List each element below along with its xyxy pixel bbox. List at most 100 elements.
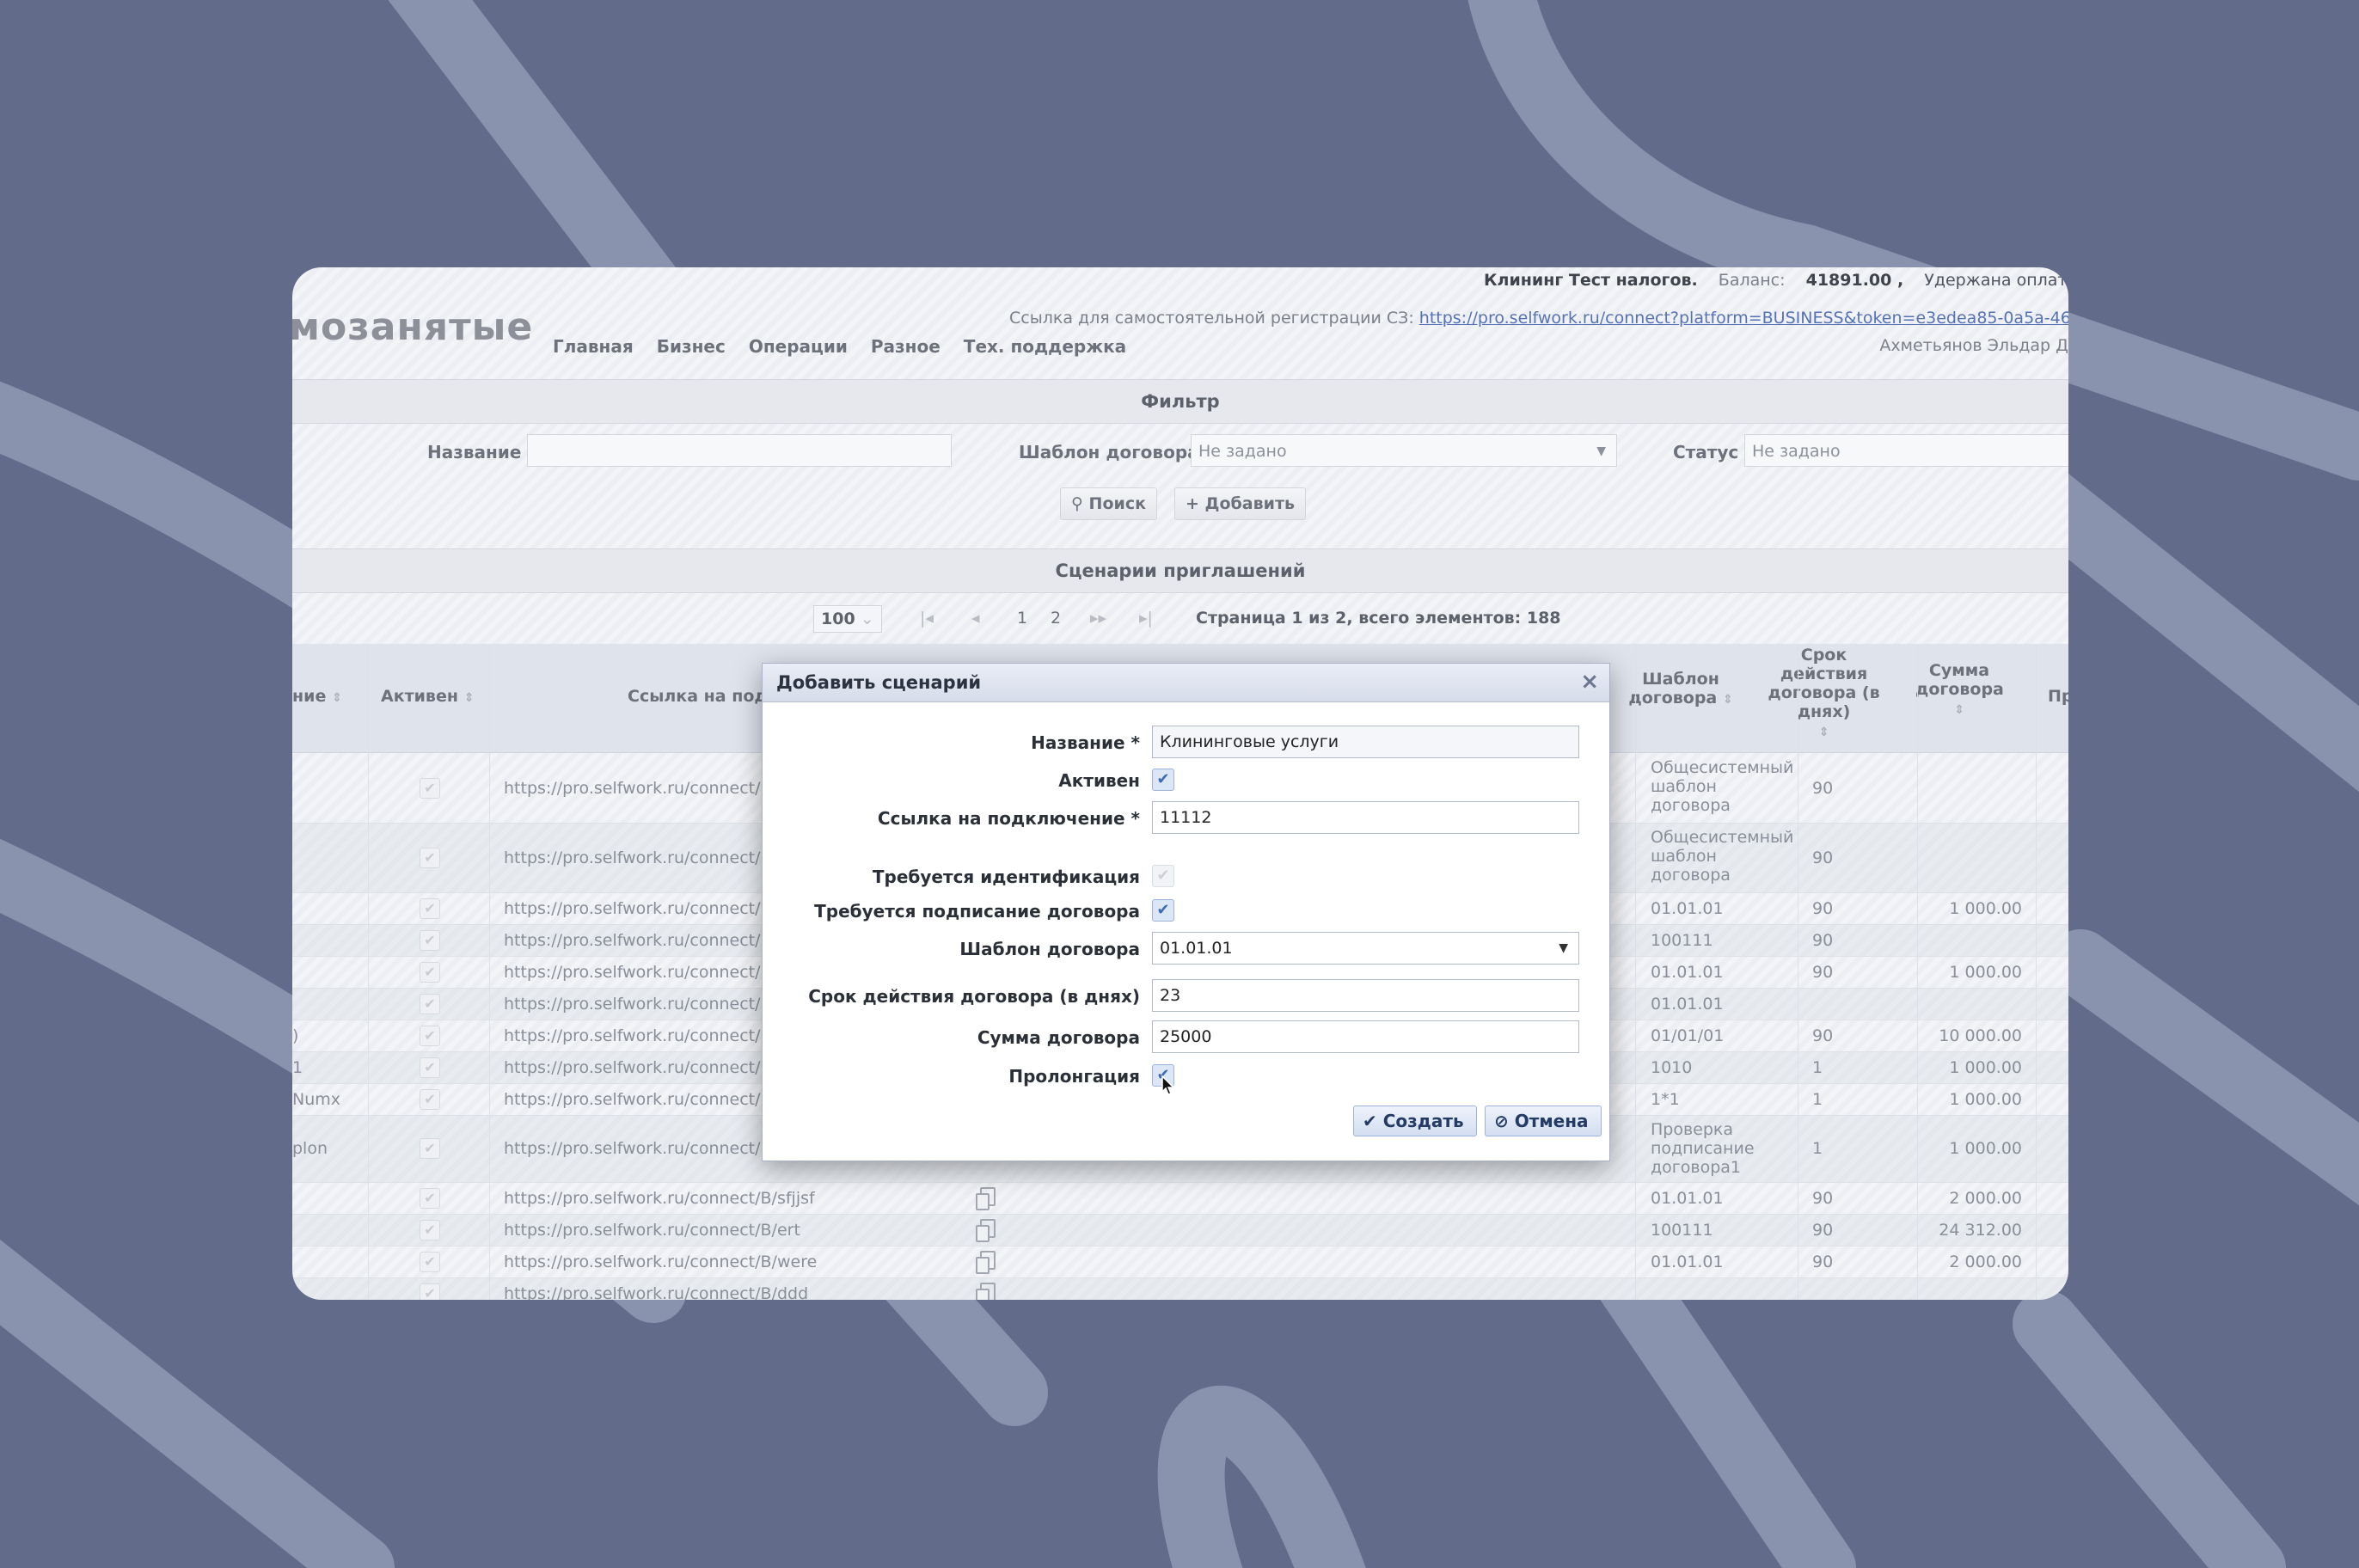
filter-template-value: Не задано [1198,442,1287,461]
copy-icon[interactable] [976,1219,996,1242]
row-link[interactable]: https://pro.selfwork.ru/connect/ [504,1058,761,1077]
row-term: 1 [1812,1058,1823,1077]
row-template: Проверка подписание договора1 [1651,1120,1755,1177]
nav-support[interactable]: Тех. поддержка [964,336,1126,357]
close-icon[interactable]: × [1580,669,1599,695]
row-sum: 1 000.00 [1949,899,2022,918]
create-button[interactable]: ✔ Создать [1353,1106,1477,1136]
page-1[interactable]: 1 [1017,605,1027,631]
filter-name-label: Название [427,442,522,462]
cancel-button[interactable]: ⊘ Отмена [1485,1106,1602,1136]
row-link[interactable]: https://pro.selfwork.ru/connect/ [504,1090,761,1109]
row-link[interactable]: https://pro.selfwork.ru/connect/ [504,931,761,950]
table-row[interactable]: ✔ https://pro.selfwork.ru/connect/B/ddd [292,1277,2068,1300]
col-active[interactable]: Активен ⇕ [381,687,474,707]
row-link[interactable]: https://pro.selfwork.ru/connect/ [504,995,761,1014]
row-link[interactable]: https://pro.selfwork.ru/connect/ [504,848,761,867]
row-active-checkbox[interactable]: ✔ [420,1283,440,1300]
filter-status-select[interactable]: Не задано [1744,434,2068,467]
sum-input[interactable]: 25000 [1152,1020,1579,1053]
cancel-button-label: Отмена [1514,1111,1589,1131]
table-row[interactable]: ✔ https://pro.selfwork.ru/connect/B/sfjjs… [292,1182,2068,1215]
check-icon: ✔ [1156,770,1170,788]
row-active-checkbox[interactable]: ✔ [420,1089,440,1110]
row-active-checkbox[interactable]: ✔ [420,898,440,919]
row-active-checkbox[interactable]: ✔ [420,994,440,1014]
nav-business[interactable]: Бизнес [657,336,726,357]
active-checkbox[interactable]: ✔ [1152,769,1174,791]
col-link[interactable]: Ссылка на под [628,687,768,706]
registration-link-row: Ссылка для самостоятельной регистрации С… [1009,309,2068,328]
identification-checkbox[interactable]: ✔ [1152,865,1174,887]
prev-page-icon[interactable]: ◂ [971,605,980,631]
term-label: Срок действия договора (в днях) [808,986,1140,1007]
col-name[interactable]: ние ⇕ [292,687,342,707]
col-term[interactable]: Срок действия договора (в днях) ⇕ [1766,646,1882,742]
nav-home[interactable]: Главная [553,336,634,357]
next-page-icon[interactable]: ▸▸ [1090,605,1106,631]
identification-label: Требуется идентификация [872,867,1140,887]
col-sum[interactable]: Сумма договора ⇕ [1915,661,2004,720]
sum-label: Сумма договора [977,1027,1140,1048]
row-link[interactable]: https://pro.selfwork.ru/connect/ [504,899,761,918]
active-label: Активен [1058,770,1140,791]
page-size-select[interactable]: 100 ⌄ [813,605,882,633]
filter-template-select[interactable]: Не задано ▼ [1191,434,1617,467]
add-button[interactable]: + Добавить [1174,487,1306,520]
term-input[interactable]: 23 [1152,979,1579,1012]
row-active-checkbox[interactable]: ✔ [420,848,440,868]
row-active-checkbox[interactable]: ✔ [420,1138,440,1159]
page-2[interactable]: 2 [1051,605,1061,631]
row-link[interactable]: https://pro.selfwork.ru/connect/ [504,779,761,798]
table-row[interactable]: ✔ https://pro.selfwork.ru/connect/B/were 0… [292,1246,2068,1278]
plus-icon: + [1186,494,1199,513]
row-link[interactable]: https://pro.selfwork.ru/connect/B/sfjjsf [504,1189,815,1208]
template-select[interactable]: 01.01.01 ▼ [1152,932,1579,965]
copy-icon[interactable] [976,1283,996,1300]
row-term: 90 [1812,848,1834,867]
row-template: 100111 [1651,931,1713,950]
user-name[interactable]: Ахметьянов Эльдар Д [1879,336,2068,355]
row-link[interactable]: https://pro.selfwork.ru/connect/ [504,963,761,982]
row-link[interactable]: https://pro.selfwork.ru/connect/ [504,1139,761,1158]
row-template: 01.01.01 [1651,899,1724,918]
row-active-checkbox[interactable]: ✔ [420,962,440,983]
registration-link[interactable]: https://pro.selfwork.ru/connect?platform… [1419,309,2068,328]
row-link[interactable]: https://pro.selfwork.ru/connect/B/ert [504,1221,800,1240]
sort-icon: ⇕ [1722,693,1733,707]
col-extra[interactable]: Пр [2048,687,2068,706]
row-link[interactable]: https://pro.selfwork.ru/connect/ [504,1026,761,1045]
column-divider [2036,644,2037,1300]
registration-link-label: Ссылка для самостоятельной регистрации С… [1009,309,1414,328]
search-button[interactable]: ⚲ Поиск [1060,487,1157,520]
brand-logo: мозанятые [292,305,534,349]
last-page-icon[interactable]: ▸| [1139,605,1153,631]
copy-icon[interactable] [976,1251,996,1274]
row-active-checkbox[interactable]: ✔ [420,1252,440,1272]
row-active-checkbox[interactable]: ✔ [420,1220,440,1240]
filter-name-input[interactable] [527,434,952,467]
row-sum: 10 000.00 [1939,1026,2022,1045]
table-row[interactable]: ✔ https://pro.selfwork.ru/connect/B/ert 10… [292,1214,2068,1246]
row-active-checkbox[interactable]: ✔ [420,1057,440,1078]
pagination: 100 ⌄ |◂ ◂ 1 2 ▸▸ ▸| Страница 1 из 2, вс… [292,597,2068,640]
row-template: 01.01.01 [1651,995,1724,1014]
copy-icon[interactable] [976,1187,996,1210]
filter-header: Фильтр [292,379,2068,424]
row-active-checkbox[interactable]: ✔ [420,1026,440,1046]
row-active-checkbox[interactable]: ✔ [420,1188,440,1209]
row-link[interactable]: https://pro.selfwork.ru/connect/B/ddd [504,1284,808,1300]
row-link[interactable]: https://pro.selfwork.ru/connect/B/were [504,1253,817,1271]
link-label: Ссылка на подключение * [877,808,1140,829]
signing-checkbox[interactable]: ✔ [1152,899,1174,922]
link-input[interactable]: 11112 [1152,801,1579,834]
name-input[interactable]: Клининговые услуги [1152,726,1579,758]
column-divider [368,644,369,1300]
row-active-checkbox[interactable]: ✔ [420,930,440,951]
create-button-label: Создать [1382,1111,1464,1131]
nav-operations[interactable]: Операции [749,336,848,357]
first-page-icon[interactable]: |◂ [920,605,934,631]
row-sum: 2 000.00 [1949,1189,2022,1208]
nav-misc[interactable]: Разное [871,336,941,357]
row-active-checkbox[interactable]: ✔ [420,778,440,799]
